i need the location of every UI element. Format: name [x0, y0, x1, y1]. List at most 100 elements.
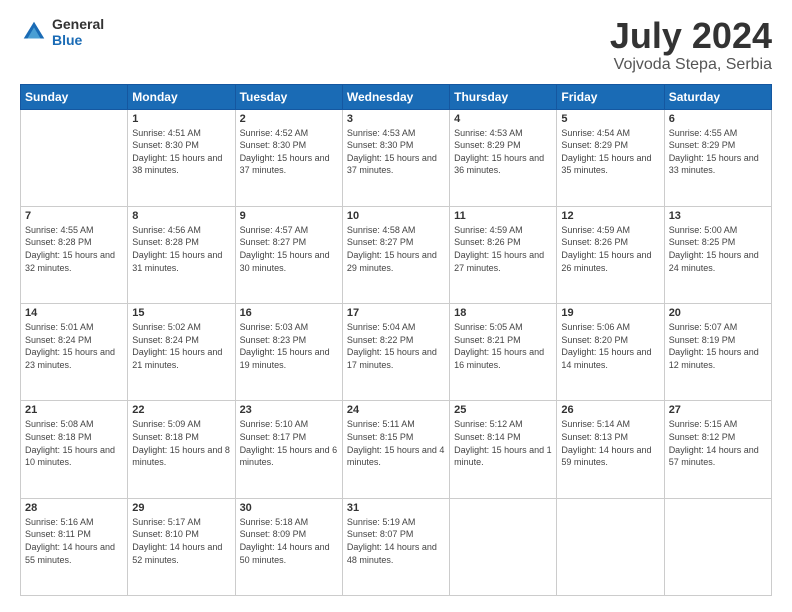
cell-info: Sunrise: 5:04 AMSunset: 8:22 PMDaylight:…: [347, 321, 445, 371]
calendar-week-row: 28 Sunrise: 5:16 AMSunset: 8:11 PMDayligh…: [21, 498, 772, 595]
day-number: 23: [240, 404, 338, 416]
calendar-cell: 12 Sunrise: 4:59 AMSunset: 8:26 PMDayligh…: [557, 206, 664, 303]
day-number: 26: [561, 404, 659, 416]
day-number: 29: [132, 502, 230, 514]
calendar-table: Sunday Monday Tuesday Wednesday Thursday…: [20, 84, 772, 596]
day-number: 8: [132, 210, 230, 222]
logo-general: General: [52, 16, 104, 32]
col-saturday: Saturday: [664, 84, 771, 109]
calendar-cell: 7 Sunrise: 4:55 AMSunset: 8:28 PMDaylight…: [21, 206, 128, 303]
calendar-cell: 4 Sunrise: 4:53 AMSunset: 8:29 PMDaylight…: [450, 109, 557, 206]
calendar-cell: 25 Sunrise: 5:12 AMSunset: 8:14 PMDayligh…: [450, 401, 557, 498]
calendar-cell: 2Sunrise: 4:52 AMSunset: 8:30 PMDaylight…: [235, 109, 342, 206]
day-number: 18: [454, 307, 552, 319]
calendar-cell: 14 Sunrise: 5:01 AMSunset: 8:24 PMDayligh…: [21, 304, 128, 401]
day-number: 27: [669, 404, 767, 416]
calendar-cell: 21Sunrise: 5:08 AMSunset: 8:18 PMDayligh…: [21, 401, 128, 498]
calendar-cell: [21, 109, 128, 206]
header: General Blue July 2024 Vojvoda Stepa, Se…: [20, 16, 772, 74]
calendar-week-row: 1 Sunrise: 4:51 AMSunset: 8:30 PMDaylight…: [21, 109, 772, 206]
calendar-cell: 11 Sunrise: 4:59 AMSunset: 8:26 PMDayligh…: [450, 206, 557, 303]
cell-info: Sunrise: 5:12 AMSunset: 8:14 PMDaylight:…: [454, 418, 552, 468]
cell-info: Sunrise: 5:07 AMSunset: 8:19 PMDaylight:…: [669, 321, 767, 371]
day-number: 5: [561, 113, 659, 125]
calendar-cell: 23 Sunrise: 5:10 AMSunset: 8:17 PMDayligh…: [235, 401, 342, 498]
cell-info: Sunrise: 5:01 AMSunset: 8:24 PMDaylight:…: [25, 321, 123, 371]
day-number: 17: [347, 307, 445, 319]
cell-info: Sunrise: 5:08 AMSunset: 8:18 PMDaylight:…: [25, 418, 123, 468]
cell-info: Sunrise: 5:00 AMSunset: 8:25 PMDaylight:…: [669, 224, 767, 274]
cell-info: Sunrise: 5:06 AMSunset: 8:20 PMDaylight:…: [561, 321, 659, 371]
col-sunday: Sunday: [21, 84, 128, 109]
calendar-cell: 6Sunrise: 4:55 AMSunset: 8:29 PMDaylight…: [664, 109, 771, 206]
calendar-cell: 16 Sunrise: 5:03 AMSunset: 8:23 PMDayligh…: [235, 304, 342, 401]
day-number: 31: [347, 502, 445, 514]
cell-info: Sunrise: 4:56 AMSunset: 8:28 PMDaylight:…: [132, 224, 230, 274]
calendar-cell: [450, 498, 557, 595]
day-number: 1: [132, 113, 230, 125]
cell-info: Sunrise: 5:19 AMSunset: 8:07 PMDaylight:…: [347, 516, 445, 566]
cell-info: Sunrise: 5:17 AMSunset: 8:10 PMDaylight:…: [132, 516, 230, 566]
day-number: 15: [132, 307, 230, 319]
logo-text: General Blue: [52, 16, 104, 48]
day-number: 25: [454, 404, 552, 416]
day-number: 19: [561, 307, 659, 319]
cell-info: Sunrise: 5:11 AMSunset: 8:15 PMDaylight:…: [347, 418, 445, 468]
cell-info: Sunrise: 5:14 AMSunset: 8:13 PMDaylight:…: [561, 418, 659, 468]
day-number: 12: [561, 210, 659, 222]
logo-icon: [20, 18, 48, 46]
day-number: 16: [240, 307, 338, 319]
calendar-cell: 27 Sunrise: 5:15 AMSunset: 8:12 PMDayligh…: [664, 401, 771, 498]
cell-info: Sunrise: 5:15 AMSunset: 8:12 PMDaylight:…: [669, 418, 767, 468]
calendar-week-row: 7 Sunrise: 4:55 AMSunset: 8:28 PMDaylight…: [21, 206, 772, 303]
day-number: 28: [25, 502, 123, 514]
calendar-cell: 18 Sunrise: 5:05 AMSunset: 8:21 PMDayligh…: [450, 304, 557, 401]
cell-info: Sunrise: 5:05 AMSunset: 8:21 PMDaylight:…: [454, 321, 552, 371]
day-number: 6: [669, 113, 767, 125]
day-number: 7: [25, 210, 123, 222]
cell-info: Sunrise: 4:58 AMSunset: 8:27 PMDaylight:…: [347, 224, 445, 274]
logo: General Blue: [20, 16, 104, 48]
cell-info: Sunrise: 5:10 AMSunset: 8:17 PMDaylight:…: [240, 418, 338, 468]
cell-info: Sunrise: 5:09 AMSunset: 8:18 PMDaylight:…: [132, 418, 230, 468]
calendar-week-row: 21Sunrise: 5:08 AMSunset: 8:18 PMDayligh…: [21, 401, 772, 498]
calendar-cell: 22 Sunrise: 5:09 AMSunset: 8:18 PMDayligh…: [128, 401, 235, 498]
cell-info: Sunrise: 4:59 AMSunset: 8:26 PMDaylight:…: [561, 224, 659, 274]
day-number: 14: [25, 307, 123, 319]
day-number: 11: [454, 210, 552, 222]
col-wednesday: Wednesday: [342, 84, 449, 109]
col-monday: Monday: [128, 84, 235, 109]
page: General Blue July 2024 Vojvoda Stepa, Se…: [0, 0, 792, 612]
cell-info: Sunrise: 5:02 AMSunset: 8:24 PMDaylight:…: [132, 321, 230, 371]
calendar-cell: [557, 498, 664, 595]
day-number: 30: [240, 502, 338, 514]
cell-info: Sunrise: 5:16 AMSunset: 8:11 PMDaylight:…: [25, 516, 123, 566]
day-number: 24: [347, 404, 445, 416]
day-number: 13: [669, 210, 767, 222]
day-number: 20: [669, 307, 767, 319]
title-month: July 2024: [610, 16, 772, 56]
title-location: Vojvoda Stepa, Serbia: [610, 56, 772, 74]
calendar-cell: 28 Sunrise: 5:16 AMSunset: 8:11 PMDayligh…: [21, 498, 128, 595]
cell-info: Sunrise: 5:03 AMSunset: 8:23 PMDaylight:…: [240, 321, 338, 371]
cell-info: Sunrise: 4:51 AMSunset: 8:30 PMDaylight:…: [132, 127, 230, 177]
calendar-cell: 10Sunrise: 4:58 AMSunset: 8:27 PMDayligh…: [342, 206, 449, 303]
cell-info: Sunrise: 4:53 AMSunset: 8:29 PMDaylight:…: [454, 127, 552, 177]
calendar-cell: 31 Sunrise: 5:19 AMSunset: 8:07 PMDayligh…: [342, 498, 449, 595]
day-number: 4: [454, 113, 552, 125]
day-number: 9: [240, 210, 338, 222]
calendar-cell: 9Sunrise: 4:57 AMSunset: 8:27 PMDaylight…: [235, 206, 342, 303]
cell-info: Sunrise: 4:59 AMSunset: 8:26 PMDaylight:…: [454, 224, 552, 274]
col-tuesday: Tuesday: [235, 84, 342, 109]
calendar-cell: 26 Sunrise: 5:14 AMSunset: 8:13 PMDayligh…: [557, 401, 664, 498]
cell-info: Sunrise: 4:55 AMSunset: 8:28 PMDaylight:…: [25, 224, 123, 274]
calendar-cell: 3Sunrise: 4:53 AMSunset: 8:30 PMDaylight…: [342, 109, 449, 206]
calendar-cell: 13 Sunrise: 5:00 AMSunset: 8:25 PMDayligh…: [664, 206, 771, 303]
calendar-cell: 15 Sunrise: 5:02 AMSunset: 8:24 PMDayligh…: [128, 304, 235, 401]
day-number: 2: [240, 113, 338, 125]
weekday-header-row: Sunday Monday Tuesday Wednesday Thursday…: [21, 84, 772, 109]
day-number: 22: [132, 404, 230, 416]
calendar-cell: 20 Sunrise: 5:07 AMSunset: 8:19 PMDayligh…: [664, 304, 771, 401]
calendar-cell: [664, 498, 771, 595]
cell-info: Sunrise: 4:53 AMSunset: 8:30 PMDaylight:…: [347, 127, 445, 177]
